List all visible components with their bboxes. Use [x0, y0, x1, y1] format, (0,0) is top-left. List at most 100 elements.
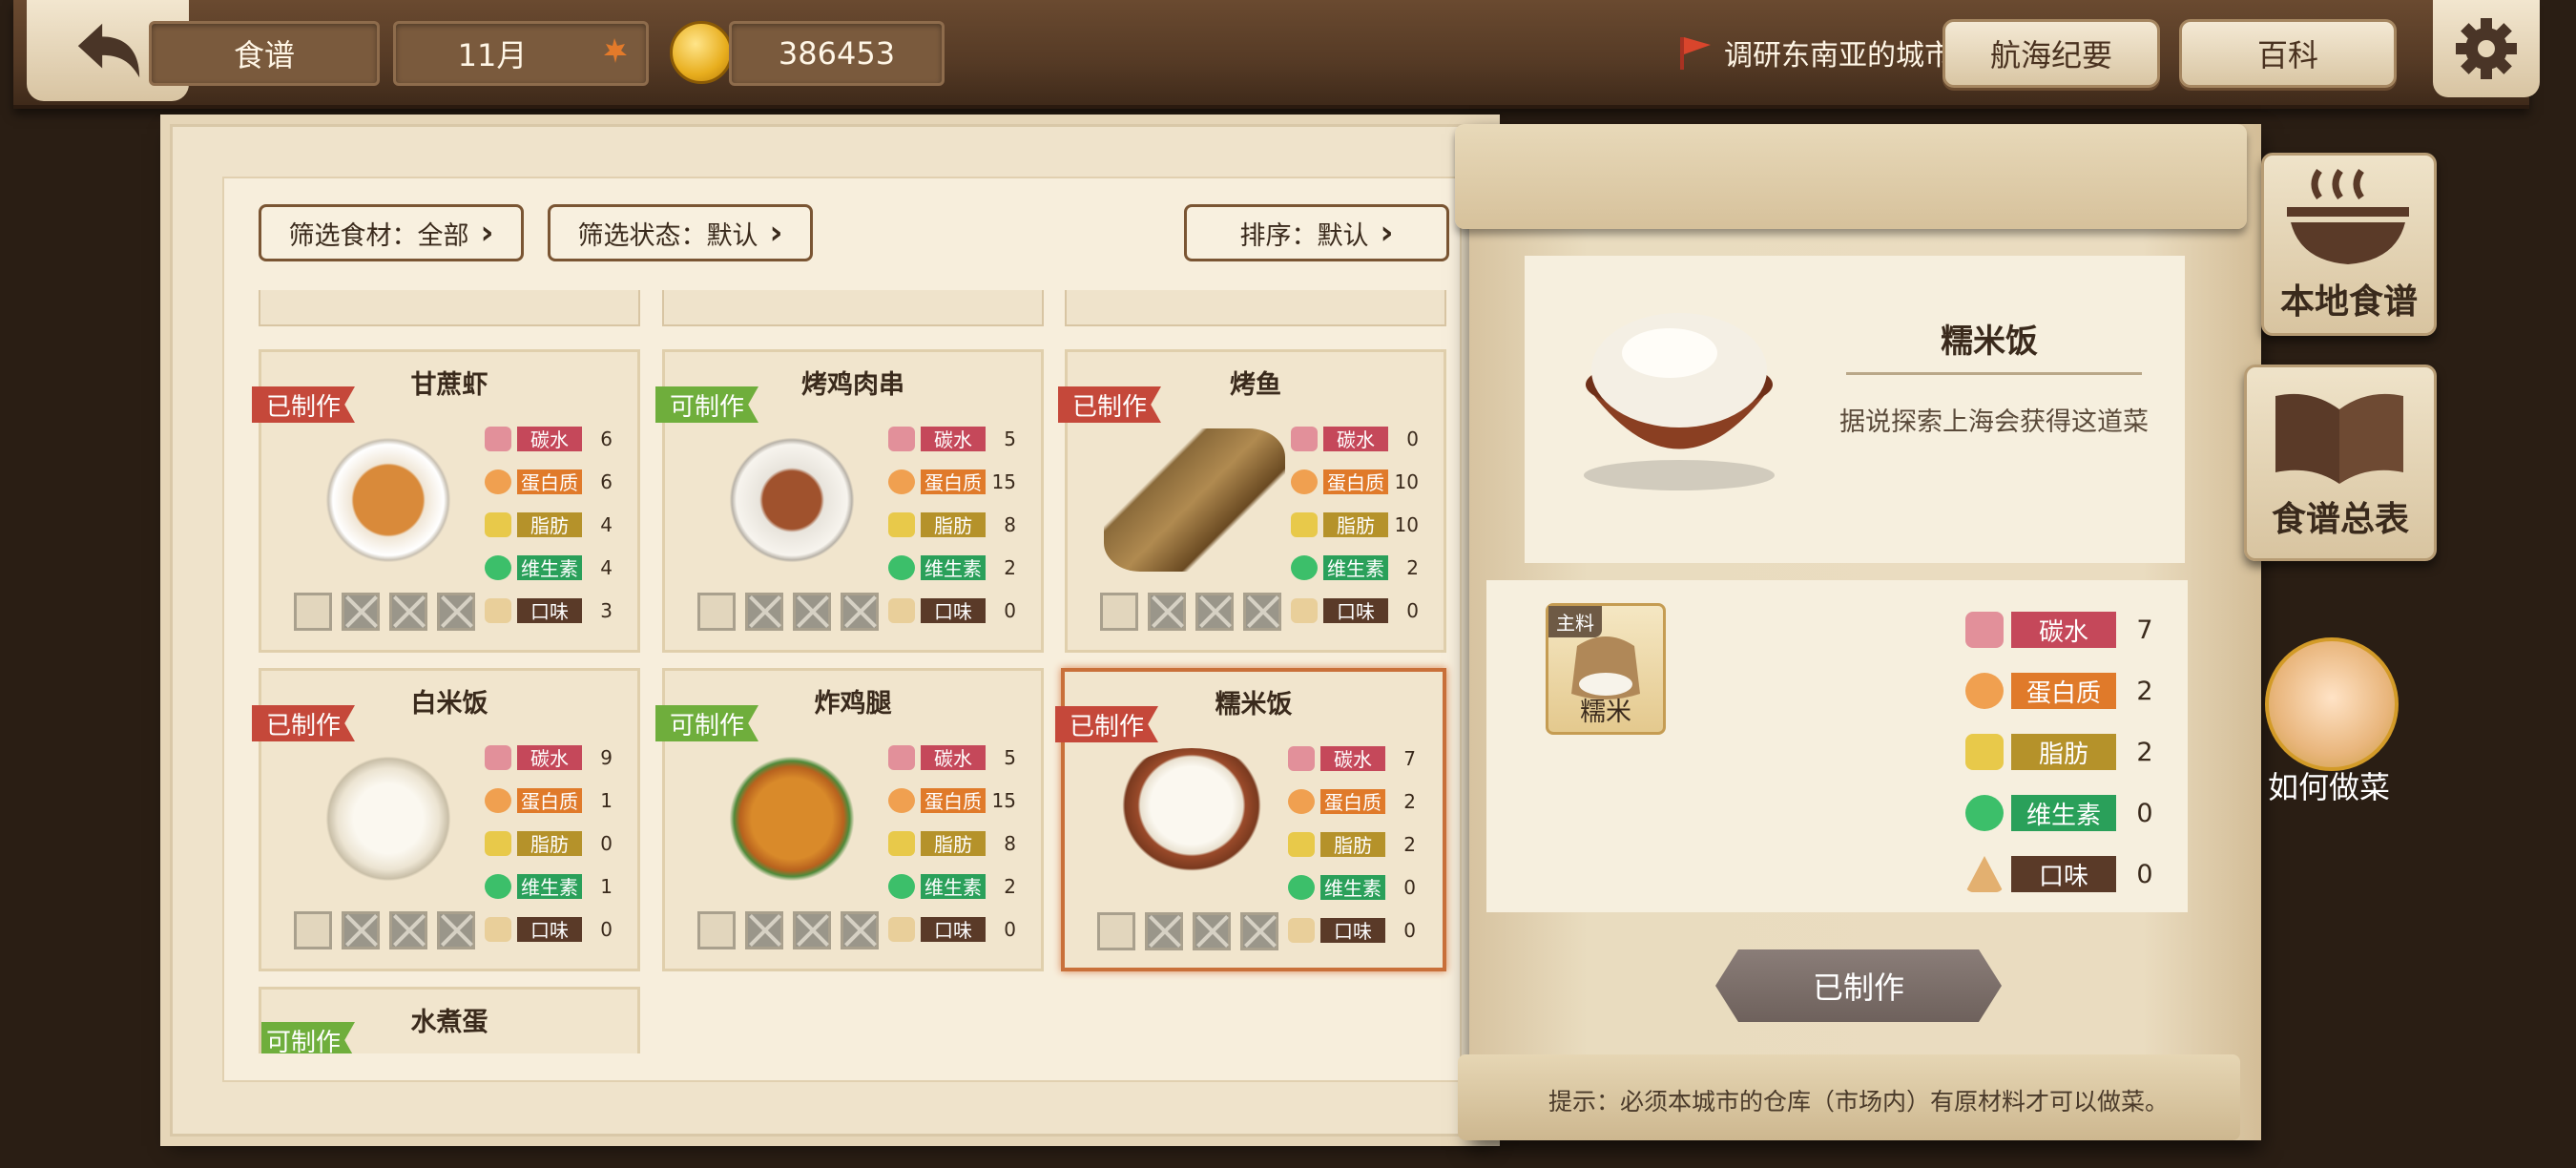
locked-slot — [1148, 593, 1186, 631]
filter-ingredient-label: 筛选食材：全部 — [288, 220, 469, 251]
ingredient-slots — [294, 593, 475, 631]
status-badge: 已制作 — [252, 705, 355, 741]
stat-taste: 0 — [1406, 598, 1419, 622]
butter-icon — [1965, 734, 2004, 770]
settings-button[interactable] — [2433, 0, 2540, 97]
recipe-card[interactable]: 烤鸡肉串 可制作 碳水 5 蛋白质 15 脂肪 8 维生素 2 口味 0 — [655, 349, 1044, 653]
current-quest[interactable]: 调研东南亚的城市 — [1678, 29, 1953, 76]
egg-icon — [1288, 788, 1315, 814]
filter-state-button[interactable]: 筛选状态：默认 › — [548, 204, 813, 261]
stat-fat: 10 — [1394, 512, 1419, 536]
stat-label-fat: 脂肪 — [2011, 734, 2116, 770]
food-image — [298, 747, 479, 890]
stat-label-protein: 蛋白质 — [517, 469, 582, 494]
gear-icon — [2456, 18, 2517, 79]
recipe-list-button[interactable]: 食谱总表 — [2244, 365, 2437, 561]
stat-carb: 5 — [1004, 745, 1016, 769]
stat-label-fat: 脂肪 — [921, 830, 986, 856]
detail-description: 据说探索上海会获得这道菜 — [1839, 407, 2149, 437]
egg-icon — [888, 469, 915, 494]
filter-ingredient-button[interactable]: 筛选食材：全部 › — [259, 204, 524, 261]
recipe-card-selected[interactable]: 糯米饭 已制作 碳水 7 蛋白质 2 脂肪 2 维生素 0 口味 0 — [1055, 668, 1446, 971]
stat-vitamin: 4 — [600, 555, 613, 579]
stat-label-vitamin: 维生素 — [921, 873, 986, 899]
stat-protein: 2 — [1403, 789, 1416, 813]
stat-taste: 0 — [1004, 598, 1016, 622]
open-book-icon — [2275, 393, 2403, 484]
stat-label-carb: 碳水 — [517, 426, 582, 451]
ingredient-slot — [697, 911, 736, 949]
ingredient-slot — [294, 593, 332, 631]
wiki-button[interactable]: 百科 — [2179, 19, 2397, 88]
sort-button[interactable]: 排序：默认 › — [1184, 204, 1449, 261]
detail-food-image — [1565, 294, 1794, 494]
stat-vitamin: 1 — [600, 874, 613, 898]
how-to-cook-label[interactable]: 如何做菜 — [2248, 763, 2410, 807]
recipe-card[interactable]: 白米饭 已制作 碳水 9 蛋白质 1 脂肪 0 维生素 1 口味 0 — [252, 668, 640, 971]
locked-slot — [1195, 593, 1234, 631]
locked-slot — [793, 593, 831, 631]
stat-label-fat: 脂肪 — [1320, 831, 1385, 857]
cook-status-button[interactable]: 已制作 — [1715, 949, 2002, 1022]
stat-carb: 7 — [1403, 746, 1416, 770]
stat-taste: 0 — [600, 917, 613, 941]
taste-icon — [485, 597, 511, 623]
recipe-list-label: 食谱总表 — [2271, 500, 2409, 539]
lime-icon — [888, 873, 915, 899]
butter-icon — [888, 511, 915, 537]
taste-icon — [1291, 597, 1318, 623]
recipe-card[interactable]: 烤鱼 已制作 碳水 0 蛋白质 10 脂肪 10 维生素 2 口味 0 — [1058, 349, 1446, 653]
voyage-log-button[interactable]: 航海纪要 — [1942, 19, 2160, 88]
stat-fat: 4 — [600, 512, 613, 536]
status-badge: 可制作 — [655, 705, 758, 741]
taste-icon — [888, 916, 915, 942]
butter-icon — [485, 830, 511, 856]
recipe-card[interactable]: 甘蔗虾 已制作 碳水 6 蛋白质 6 脂肪 4 维生素 4 口味 3 — [252, 349, 640, 653]
stat-label-taste: 口味 — [921, 916, 986, 942]
recipe-card[interactable]: 炸鸡腿 可制作 碳水 5 蛋白质 15 脂肪 8 维生素 2 口味 0 — [655, 668, 1044, 971]
bread-icon — [485, 744, 511, 770]
stat-fat: 8 — [1004, 831, 1016, 855]
ingredient-slot — [1100, 593, 1138, 631]
stat-label-carb: 碳水 — [1320, 745, 1385, 771]
flag-icon — [1680, 37, 1711, 70]
egg-icon — [485, 787, 511, 813]
stat-fat: 0 — [600, 831, 613, 855]
quest-text: 调研东南亚的城市 — [1724, 39, 1953, 73]
ingredient-slots — [697, 593, 879, 631]
stat-label-taste: 口味 — [517, 916, 582, 942]
nutrition-stats: 碳水 5 蛋白质 15 脂肪 8 维生素 2 口味 0 — [888, 736, 1031, 950]
stat-carb: 9 — [600, 745, 613, 769]
stat-label-vitamin: 维生素 — [2011, 795, 2116, 831]
section-label: 食谱 — [233, 37, 295, 73]
ingredient-slot — [697, 593, 736, 631]
local-recipes-label: 本地食谱 — [2279, 282, 2418, 322]
chef-avatar-icon[interactable] — [2265, 637, 2399, 771]
stat-label-protein: 蛋白质 — [1320, 788, 1385, 814]
stat-label-carb: 碳水 — [921, 426, 986, 451]
status-badge: 可制作 — [261, 1022, 355, 1053]
locked-slot — [342, 593, 380, 631]
stat-label-protein: 蛋白质 — [921, 787, 986, 813]
ingredient-slots — [1100, 593, 1281, 631]
stat-label-fat: 脂肪 — [517, 511, 582, 537]
stat-fat: 2 — [1403, 832, 1416, 856]
local-recipes-button[interactable]: 本地食谱 — [2261, 153, 2437, 336]
nutrition-stats: 碳水 9 蛋白质 1 脂肪 0 维生素 1 口味 0 — [485, 736, 628, 950]
detail-stat-taste: 0 — [2136, 859, 2153, 889]
locked-slot — [841, 911, 879, 949]
stat-label-vitamin: 维生素 — [921, 554, 986, 580]
stat-label-protein: 蛋白质 — [2011, 673, 2116, 709]
stat-label-fat: 脂肪 — [921, 511, 986, 537]
stat-label-vitamin: 维生素 — [1320, 874, 1385, 900]
ingredient-card[interactable]: 主料 糯米 — [1546, 603, 1666, 735]
stat-vitamin: 2 — [1004, 555, 1016, 579]
lime-icon — [485, 554, 511, 580]
locked-slot — [389, 593, 427, 631]
lime-icon — [485, 873, 511, 899]
bread-icon — [485, 426, 511, 451]
stat-vitamin: 0 — [1403, 875, 1416, 899]
lime-icon — [888, 554, 915, 580]
butter-icon — [1288, 831, 1315, 857]
recipe-card-partial[interactable]: 水煮蛋 可制作 — [259, 987, 640, 1053]
